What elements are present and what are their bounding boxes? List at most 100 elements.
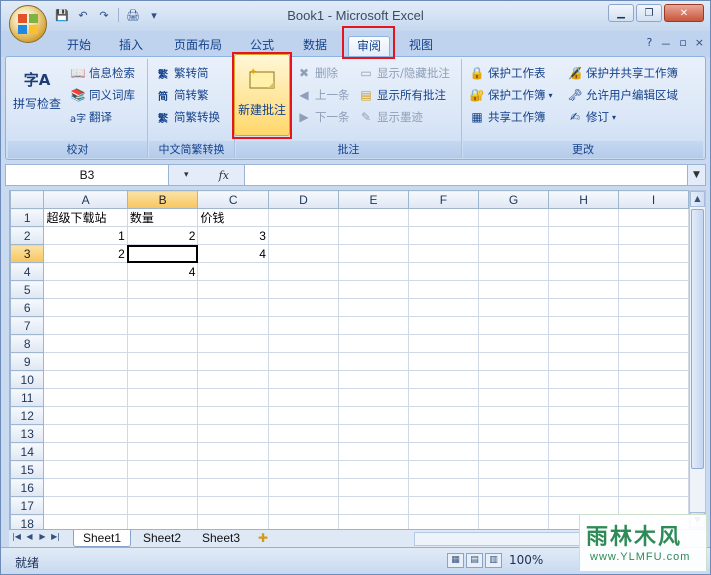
cell-D18[interactable] [267, 514, 339, 529]
cell-A4[interactable] [43, 262, 128, 281]
cell-G3[interactable] [477, 244, 550, 263]
formula-input[interactable] [246, 165, 687, 185]
cell-C11[interactable] [197, 388, 269, 407]
cell-H10[interactable] [548, 370, 620, 389]
column-header[interactable]: D [267, 190, 339, 209]
cell-F7[interactable] [407, 316, 479, 335]
row-header[interactable]: 3 [10, 244, 45, 263]
insert-function-icon[interactable]: fx [219, 169, 229, 182]
tab-home[interactable]: 开始 [59, 36, 99, 56]
cell-D16[interactable] [267, 478, 339, 497]
cell-B1[interactable]: 数量 [126, 208, 199, 227]
share-workbook-button[interactable]: ▦ 共享工作簿 [469, 107, 545, 127]
cell-G16[interactable] [477, 478, 550, 497]
cell-G15[interactable] [477, 460, 550, 479]
cell-B5[interactable] [126, 280, 199, 299]
restore-button[interactable]: ❐ [636, 4, 662, 22]
cell-H12[interactable] [548, 406, 620, 425]
cell-A13[interactable] [43, 424, 128, 443]
prev-sheet-icon[interactable]: ◀ [24, 532, 35, 545]
show-ink-button[interactable]: ✎ 显示墨迹 [358, 107, 423, 127]
cell-D7[interactable] [267, 316, 339, 335]
cell-B18[interactable] [126, 514, 199, 529]
cell-B17[interactable] [126, 496, 199, 515]
cell-D17[interactable] [267, 496, 339, 515]
cell-G4[interactable] [477, 262, 550, 281]
cell-F17[interactable] [407, 496, 479, 515]
cell-F4[interactable] [407, 262, 479, 281]
cell-H17[interactable] [548, 496, 620, 515]
cell-I14[interactable] [618, 442, 689, 461]
cell-G14[interactable] [477, 442, 550, 461]
row-header[interactable]: 13 [10, 424, 45, 443]
cell-C6[interactable] [197, 298, 269, 317]
column-header[interactable]: A [43, 190, 128, 209]
cell-E10[interactable] [337, 370, 409, 389]
cell-E3[interactable] [337, 244, 409, 263]
row-header[interactable]: 6 [10, 298, 45, 317]
zoom-level[interactable]: 100% [509, 553, 543, 567]
cell-B14[interactable] [126, 442, 199, 461]
cell-C5[interactable] [197, 280, 269, 299]
cell-I12[interactable] [618, 406, 689, 425]
row-header[interactable]: 5 [10, 280, 45, 299]
tab-formulas[interactable]: 公式 [242, 36, 282, 56]
cell-E15[interactable] [337, 460, 409, 479]
cell-H7[interactable] [548, 316, 620, 335]
cell-I11[interactable] [618, 388, 689, 407]
cell-G12[interactable] [477, 406, 550, 425]
cell-H14[interactable] [548, 442, 620, 461]
cell-A2[interactable]: 1 [43, 226, 128, 245]
column-header[interactable]: H [548, 190, 620, 209]
vertical-scrollbar[interactable]: ▲ ▼ [689, 190, 706, 529]
cell-G2[interactable] [477, 226, 550, 245]
protect-workbook-button[interactable]: 🔐 保护工作簿 ▾ [469, 85, 553, 105]
column-header[interactable]: B [126, 190, 199, 209]
cell-G1[interactable] [477, 208, 550, 227]
first-sheet-icon[interactable]: |◀ [11, 532, 22, 545]
cell-H1[interactable] [548, 208, 620, 227]
protect-sheet-button[interactable]: 🔒 保护工作表 [469, 63, 546, 83]
cell-F18[interactable] [407, 514, 479, 529]
row-header[interactable]: 2 [10, 226, 45, 245]
chinese-convert-button[interactable]: 繁 简繁转换 [155, 107, 220, 127]
sheet-tab-sheet2[interactable]: Sheet2 [133, 530, 191, 547]
normal-view-icon[interactable]: ▦ [447, 553, 464, 568]
cell-E14[interactable] [337, 442, 409, 461]
column-header[interactable]: I [618, 190, 689, 209]
cell-H9[interactable] [548, 352, 620, 371]
next-sheet-icon[interactable]: ▶ [37, 532, 48, 545]
cell-I16[interactable] [618, 478, 689, 497]
insert-sheet-icon[interactable]: ✚ [253, 530, 273, 547]
show-all-comments-button[interactable]: ▤ 显示所有批注 [358, 85, 446, 105]
cell-D12[interactable] [267, 406, 339, 425]
cell-A6[interactable] [43, 298, 128, 317]
show-hide-comment-button[interactable]: ▭ 显示/隐藏批注 [358, 63, 450, 83]
cell-B15[interactable] [126, 460, 199, 479]
cell-F3[interactable] [407, 244, 479, 263]
cell-E18[interactable] [337, 514, 409, 529]
workbook-close-button[interactable]: × [695, 36, 704, 52]
cell-D2[interactable] [267, 226, 339, 245]
cell-H6[interactable] [548, 298, 620, 317]
cell-D4[interactable] [267, 262, 339, 281]
workbook-minimize-button[interactable]: － [660, 36, 671, 52]
spelling-button[interactable]: 字A 拼写检查 [12, 63, 62, 112]
sheet-tab-sheet3[interactable]: Sheet3 [192, 530, 250, 547]
cell-G9[interactable] [477, 352, 550, 371]
cell-C13[interactable] [197, 424, 269, 443]
cell-A7[interactable] [43, 316, 128, 335]
cell-B4[interactable]: 4 [126, 262, 199, 281]
cell-B16[interactable] [126, 478, 199, 497]
cell-G13[interactable] [477, 424, 550, 443]
row-header[interactable]: 1 [10, 208, 45, 227]
cell-D15[interactable] [267, 460, 339, 479]
row-header[interactable]: 8 [10, 334, 45, 353]
cell-I9[interactable] [618, 352, 689, 371]
previous-comment-button[interactable]: ◀ 上一条 [296, 85, 349, 105]
simplified-to-traditional-button[interactable]: 简 简转繁 [155, 85, 209, 105]
cell-F6[interactable] [407, 298, 479, 317]
cell-C12[interactable] [197, 406, 269, 425]
cell-E1[interactable] [337, 208, 409, 227]
cell-G17[interactable] [477, 496, 550, 515]
